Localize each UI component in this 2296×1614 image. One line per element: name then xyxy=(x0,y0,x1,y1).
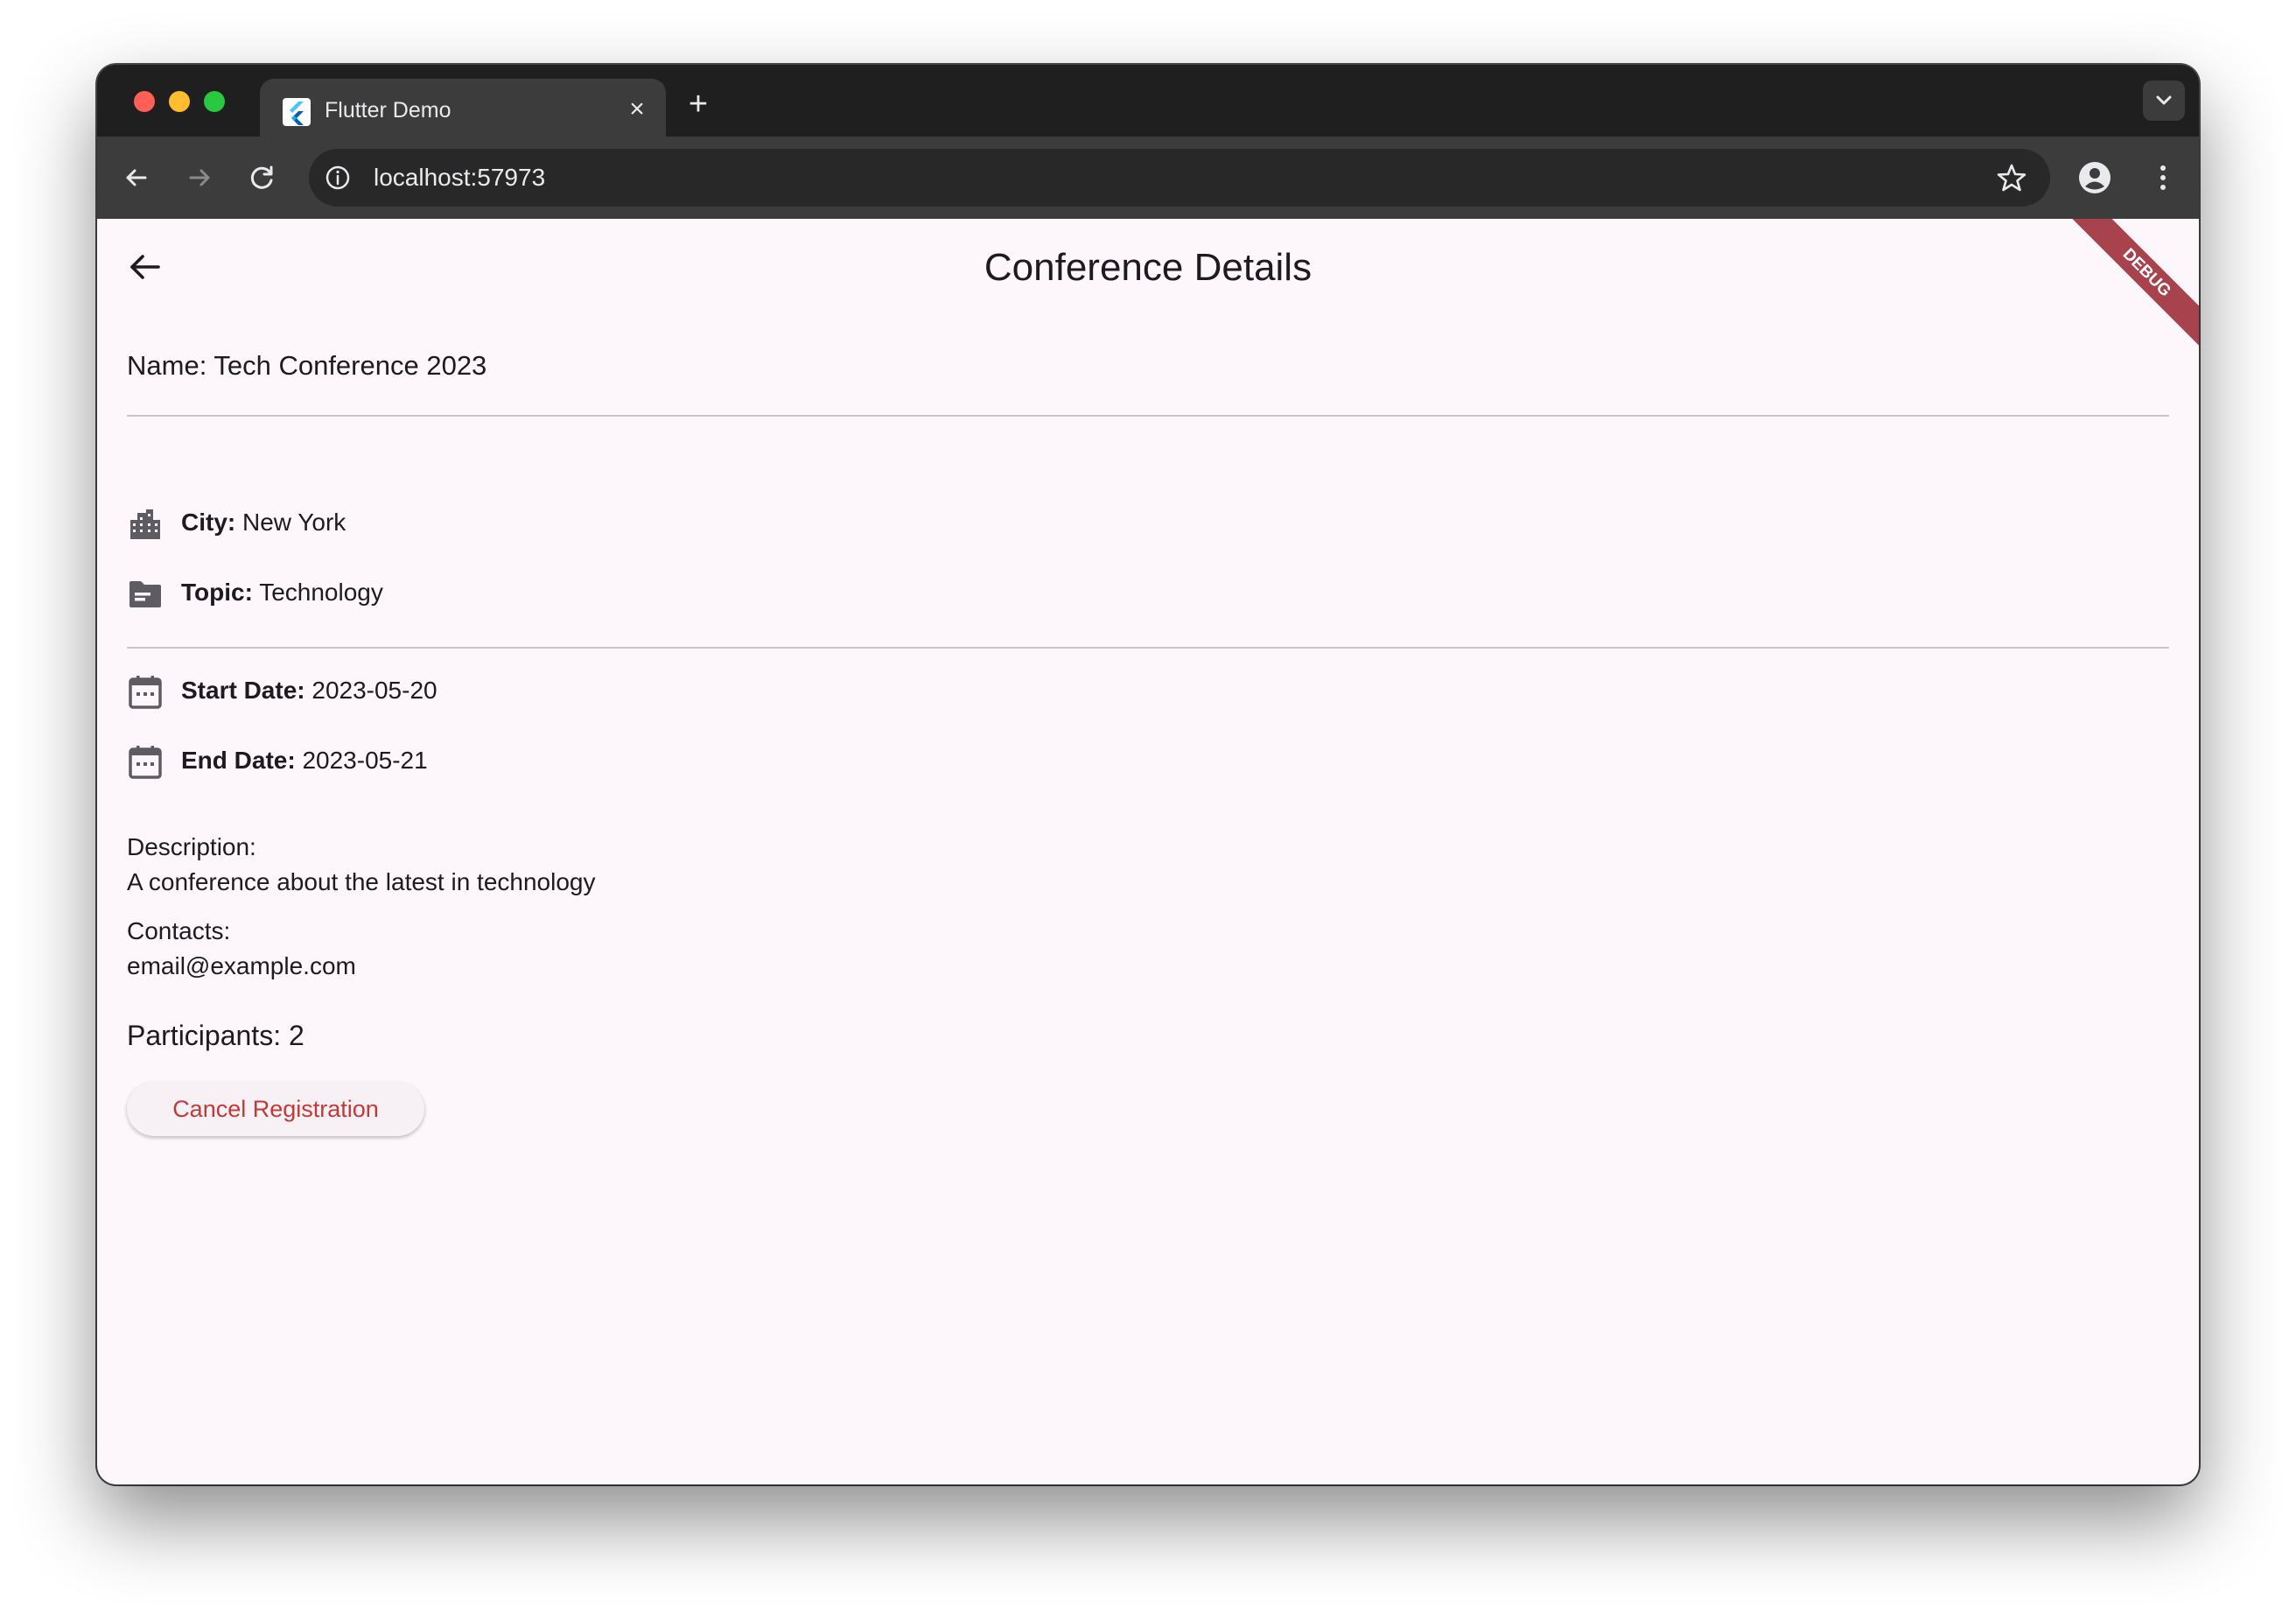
end-date-value: 2023-05-21 xyxy=(295,747,428,774)
forward-button[interactable] xyxy=(179,158,220,198)
location-city-icon xyxy=(127,506,164,543)
topic-text: Topic: Technology xyxy=(181,576,383,609)
page-title: Conference Details xyxy=(984,246,1312,289)
city-text: City: New York xyxy=(181,506,346,539)
divider xyxy=(127,415,2169,417)
start-date-label: Start Date: xyxy=(181,677,305,704)
cancel-registration-button[interactable]: Cancel Registration xyxy=(127,1082,424,1136)
city-label: City: xyxy=(181,509,236,536)
calendar-icon xyxy=(127,744,164,781)
contacts-label: Contacts: xyxy=(127,917,231,944)
address-bar[interactable]: localhost:57973 xyxy=(309,149,2050,207)
topic-label: Topic: xyxy=(181,579,253,606)
tab-title: Flutter Demo xyxy=(325,98,452,123)
start-date-value: 2023-05-20 xyxy=(304,677,438,704)
new-tab-button[interactable]: + xyxy=(682,88,715,123)
browser-menu-button[interactable] xyxy=(2145,159,2181,196)
tab-search-button[interactable] xyxy=(2143,81,2185,121)
end-date-text: End Date: 2023-05-21 xyxy=(181,744,428,777)
arrow-left-icon xyxy=(126,169,147,186)
flutter-favicon-icon xyxy=(283,98,311,126)
minimize-window-button[interactable] xyxy=(169,91,190,112)
participants-count: Participants: 2 xyxy=(127,1020,304,1051)
city-value: New York xyxy=(235,509,346,536)
back-button[interactable] xyxy=(116,158,157,198)
tab-flutter-demo[interactable]: Flutter Demo × xyxy=(260,79,666,137)
browser-window: Flutter Demo × + localhost:57973 Confere… xyxy=(97,65,2199,1484)
end-date-label: End Date: xyxy=(181,747,296,774)
topic-icon xyxy=(127,576,164,613)
tab-close-icon[interactable]: × xyxy=(622,95,652,124)
close-window-button[interactable] xyxy=(134,91,155,112)
reload-icon xyxy=(250,165,273,189)
more-vert-icon xyxy=(2160,165,2166,190)
tab-strip: Flutter Demo × + xyxy=(97,65,2199,137)
account-circle-icon xyxy=(2079,162,2110,193)
chevron-down-icon xyxy=(2156,95,2172,105)
conference-name: Name: Tech Conference 2023 xyxy=(127,350,487,381)
description-text: A conference about the latest in technol… xyxy=(127,868,596,895)
topic-value: Technology xyxy=(252,579,383,606)
start-date-text: Start Date: 2023-05-20 xyxy=(181,674,438,707)
app-page: Conference Details DEBUG Name: Tech Conf… xyxy=(97,219,2199,1484)
url-text[interactable]: localhost:57973 xyxy=(374,161,545,194)
divider xyxy=(127,647,2169,649)
maximize-window-button[interactable] xyxy=(204,91,225,112)
browser-toolbar: localhost:57973 xyxy=(97,137,2199,219)
profile-button[interactable] xyxy=(2076,159,2113,196)
site-info-icon[interactable] xyxy=(323,163,353,193)
description-label: Description: xyxy=(127,833,256,860)
calendar-icon xyxy=(127,674,164,711)
arrow-right-icon xyxy=(189,169,210,186)
contacts-text: email@example.com xyxy=(127,952,356,979)
bookmark-star-icon[interactable] xyxy=(1996,162,2027,193)
reload-button[interactable] xyxy=(242,158,283,198)
